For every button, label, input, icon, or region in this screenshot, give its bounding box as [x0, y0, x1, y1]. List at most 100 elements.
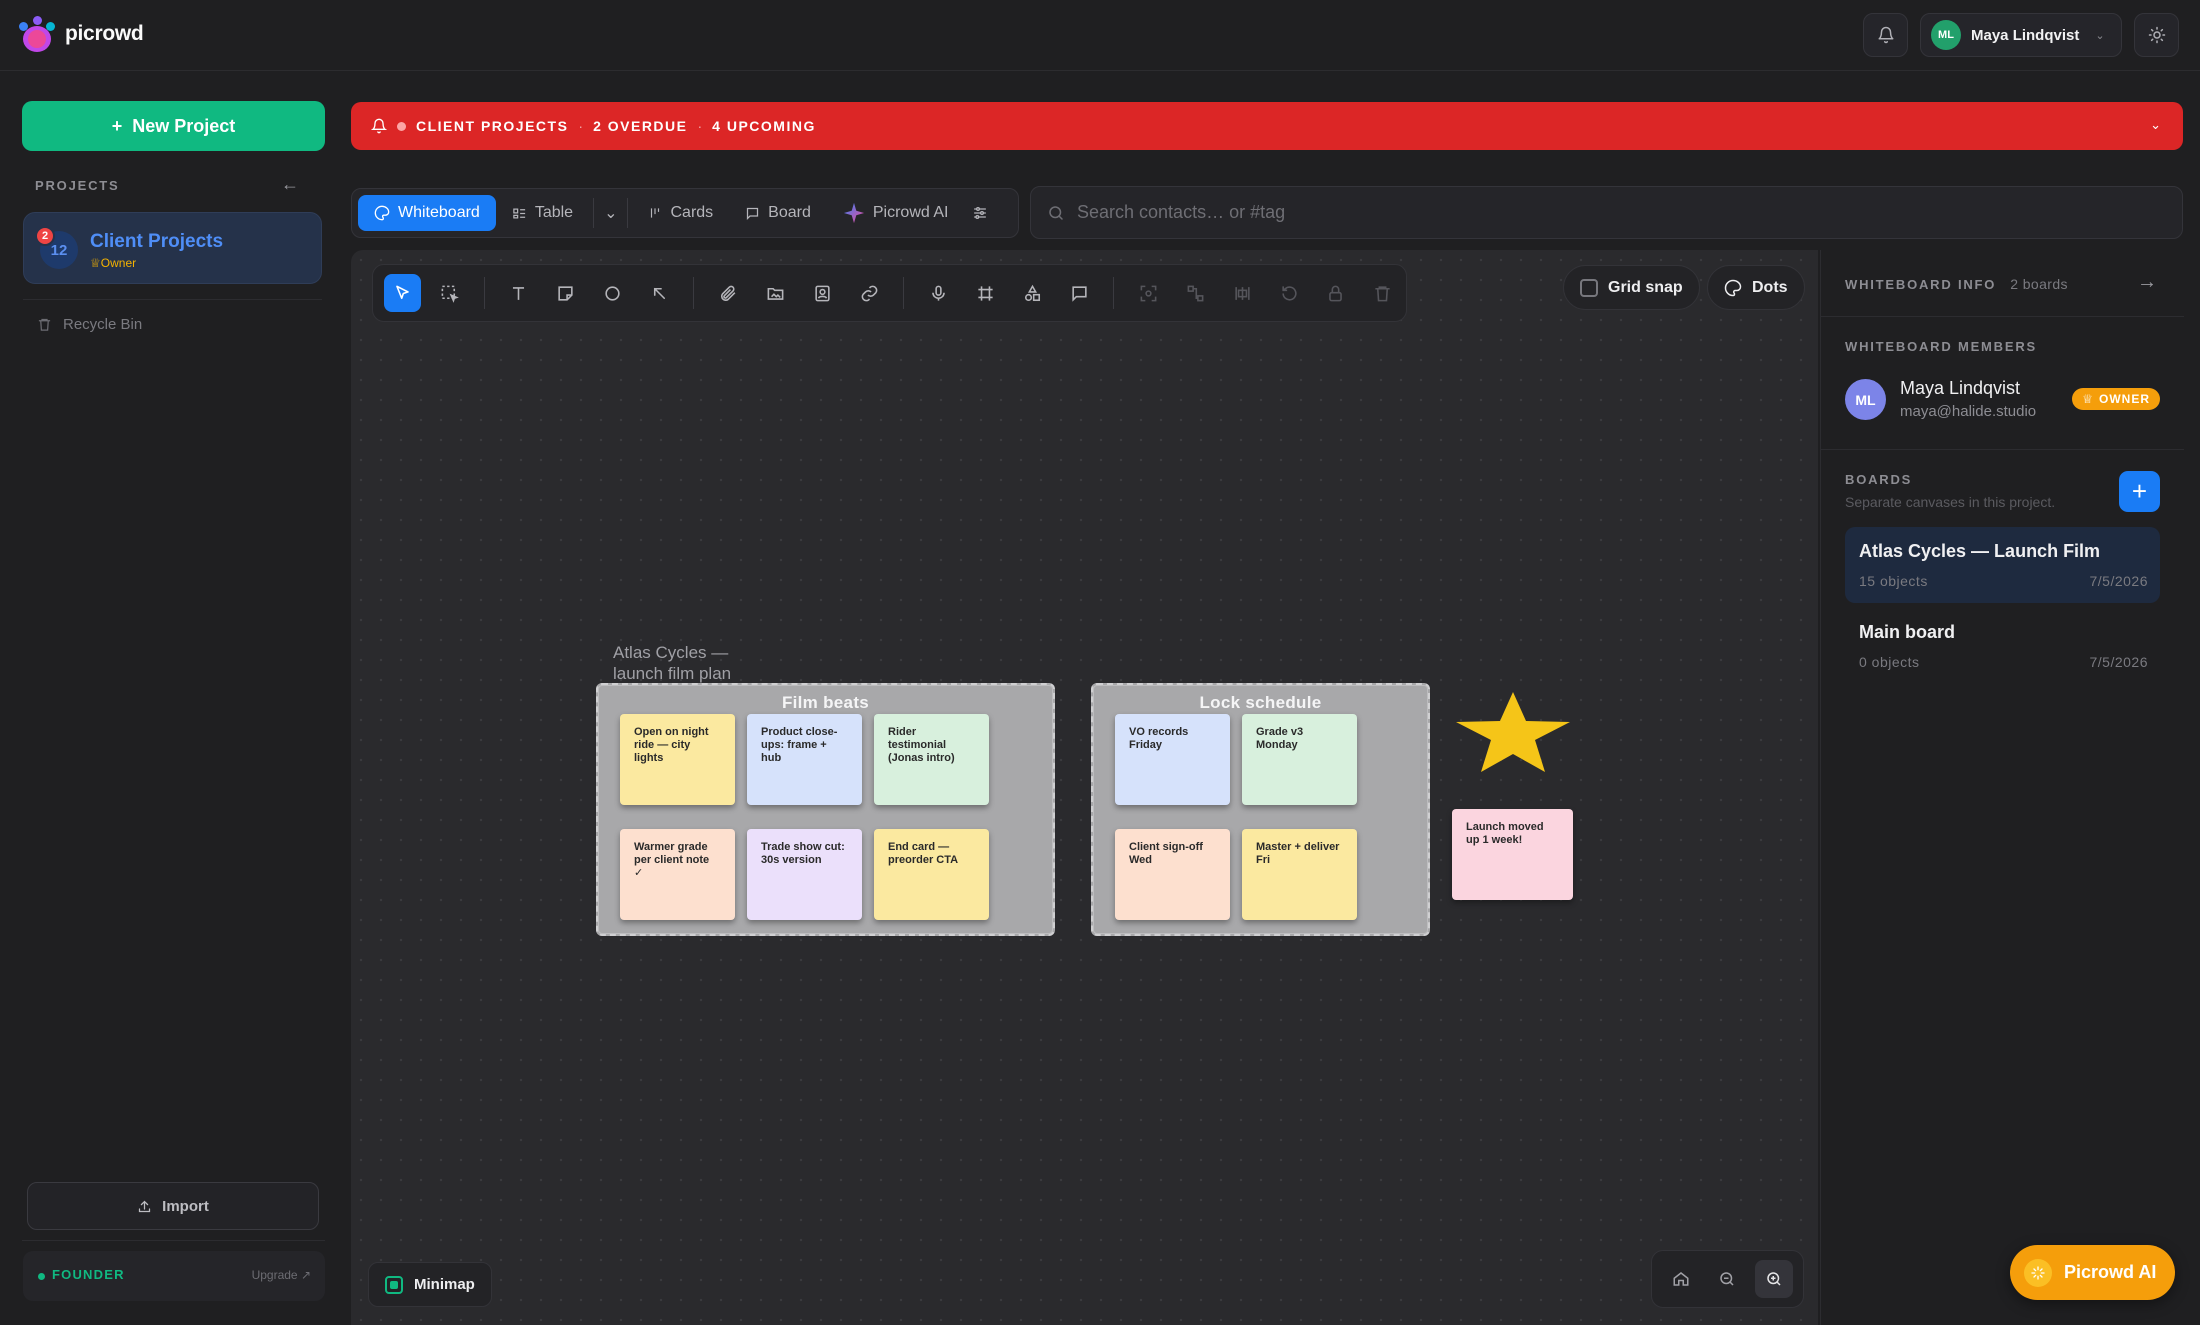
shapes-library-tool[interactable]: [1014, 274, 1051, 312]
sticky-note[interactable]: VO records Friday: [1115, 714, 1230, 805]
upload-icon: [139, 1200, 151, 1212]
more-views-button[interactable]: ⌄: [598, 195, 623, 231]
collapse-sidebar-icon[interactable]: ←: [281, 174, 299, 195]
add-board-button[interactable]: +: [2119, 471, 2160, 512]
recycle-bin-link[interactable]: Recycle Bin: [37, 316, 142, 333]
view-settings-button[interactable]: [964, 195, 996, 231]
voice-note-tool[interactable]: [920, 274, 957, 312]
sticky-note[interactable]: Product close-ups: frame + hub: [747, 714, 862, 805]
board-object-count: 0 objects: [1859, 654, 1920, 670]
picrowd-ai-button[interactable]: Picrowd AI: [2010, 1245, 2175, 1300]
boards-subtitle: Separate canvases in this project.: [1845, 494, 2056, 510]
dots-label: Dots: [1752, 278, 1788, 296]
grid-snap-toggle[interactable]: Grid snap: [1563, 265, 1700, 310]
tab-cards[interactable]: Cards: [632, 195, 729, 231]
comment-icon: [1071, 285, 1087, 302]
sticky-note[interactable]: Rider testimonial (Jonas intro): [874, 714, 989, 805]
search-input[interactable]: [1077, 202, 2157, 223]
pointer-icon: [396, 285, 409, 299]
sticky-note[interactable]: Trade show cut: 30s version: [747, 829, 862, 920]
search-icon: [1049, 205, 1063, 220]
sticky-note[interactable]: Master + deliver Fri: [1242, 829, 1357, 920]
app-name: picrowd: [65, 22, 144, 45]
user-menu-button[interactable]: ML Maya Lindqvist ⌄: [1920, 13, 2122, 57]
attach-tool[interactable]: [710, 274, 747, 312]
upgrade-link[interactable]: Upgrade ↗: [252, 1268, 311, 1282]
member-row[interactable]: ML Maya Lindqvist maya@halide.studio ♕ O…: [1845, 376, 2160, 422]
background-style-button[interactable]: Dots: [1707, 265, 1805, 310]
whiteboard-info-heading: WHITEBOARD INFO: [1845, 277, 1997, 292]
minimap-toggle[interactable]: Minimap: [368, 1262, 492, 1307]
board-item[interactable]: Atlas Cycles — Launch Film 15 objects 7/…: [1845, 527, 2160, 603]
bell-icon: [371, 118, 387, 134]
sticky-note[interactable]: End card — preorder CTA: [874, 829, 989, 920]
arrow-right-icon[interactable]: →: [2137, 271, 2157, 294]
deadline-alert-banner[interactable]: CLIENT PROJECTS · 2 OVERDUE · 4 UPCOMING…: [351, 102, 2183, 150]
contact-card-tool[interactable]: [804, 274, 841, 312]
tab-whiteboard[interactable]: Whiteboard: [358, 195, 496, 231]
board-name: Atlas Cycles — Launch Film: [1859, 541, 2101, 561]
frame-film-beats[interactable]: Film beats Open on night ride — city lig…: [596, 683, 1055, 936]
focus-tool: [1130, 274, 1167, 312]
fit-home-button[interactable]: [1662, 1260, 1700, 1298]
tab-board[interactable]: Board: [729, 195, 827, 231]
plus-icon: +: [111, 115, 123, 136]
project-role: ♕Owner: [90, 256, 137, 270]
sidebar-item-client-projects[interactable]: 12 2 Client Projects ♕Owner: [23, 212, 322, 284]
frame-lock-schedule[interactable]: Lock schedule VO records Friday Grade v3…: [1091, 683, 1430, 936]
plan-card: FOUNDER Upgrade ↗: [23, 1251, 325, 1301]
divider: [693, 277, 695, 309]
select-tool[interactable]: [384, 274, 421, 312]
tab-label: Cards: [670, 204, 714, 221]
sticky-note[interactable]: Grade v3 Monday: [1242, 714, 1357, 805]
shape-tool[interactable]: [594, 274, 631, 312]
grid-snap-checkbox[interactable]: [1580, 278, 1598, 297]
app-logo[interactable]: picrowd: [19, 16, 144, 52]
overdue-badge: 2: [35, 226, 55, 246]
image-tool[interactable]: [757, 274, 794, 312]
alert-project: CLIENT PROJECTS: [416, 118, 569, 134]
focus-icon: [1140, 285, 1157, 301]
star-shape[interactable]: [1454, 690, 1572, 774]
divider: [22, 1240, 325, 1241]
chevron-down-icon[interactable]: ⌄: [2150, 117, 2161, 133]
tab-label: Whiteboard: [398, 204, 480, 221]
link-tool[interactable]: [851, 274, 888, 312]
tab-picrowd-ai[interactable]: Picrowd AI: [827, 195, 965, 231]
tab-label: Table: [534, 204, 574, 221]
theme-toggle-button[interactable]: [2134, 13, 2179, 57]
zoom-out-button[interactable]: [1708, 1260, 1746, 1298]
tab-table[interactable]: Table: [496, 195, 589, 231]
align-icon: [1235, 286, 1250, 300]
avatar: ML: [1845, 379, 1886, 420]
sliders-icon: [974, 207, 987, 219]
board-item[interactable]: Main board 0 objects 7/5/2026: [1845, 608, 2160, 684]
grid-snap-label: Grid snap: [1608, 278, 1683, 296]
text-tool[interactable]: [500, 274, 537, 312]
home-icon: [1673, 1272, 1689, 1286]
ai-button-label: Picrowd AI: [2064, 1262, 2157, 1282]
align-tool: [1224, 274, 1261, 312]
canvas-board-title[interactable]: Atlas Cycles — launch film plan: [613, 642, 773, 684]
sticky-note-launch[interactable]: Launch moved up 1 week!: [1452, 809, 1573, 900]
zoom-in-button[interactable]: [1754, 1260, 1793, 1298]
sticky-note[interactable]: Warmer grade per client note ✓: [620, 829, 735, 920]
comment-tool[interactable]: [1061, 274, 1098, 312]
import-button[interactable]: Import: [27, 1182, 319, 1230]
minimap-icon: [385, 1275, 403, 1294]
board-date: 7/5/2026: [2089, 654, 2148, 670]
owner-badge: ♕ OWNER: [2072, 388, 2160, 410]
divider: [627, 198, 629, 228]
sticky-note-tool[interactable]: [547, 274, 584, 312]
new-project-button[interactable]: + New Project: [22, 101, 325, 151]
frame-tool[interactable]: [967, 274, 1004, 312]
sticky-note[interactable]: Client sign-off Wed: [1115, 829, 1230, 920]
divider: [1821, 316, 2184, 317]
sticky-note[interactable]: Open on night ride — city lights: [620, 714, 735, 805]
marquee-select-tool[interactable]: [431, 274, 468, 312]
whiteboard-info-panel: WHITEBOARD INFO 2 boards → WHITEBOARD ME…: [1820, 250, 2184, 1325]
sticky-note-icon: [558, 285, 573, 301]
arrow-tool[interactable]: [641, 274, 678, 312]
whiteboard-canvas[interactable]: Grid snap Dots Atlas Cycles — launch fil…: [351, 250, 1818, 1325]
notifications-button[interactable]: [1863, 13, 1908, 57]
